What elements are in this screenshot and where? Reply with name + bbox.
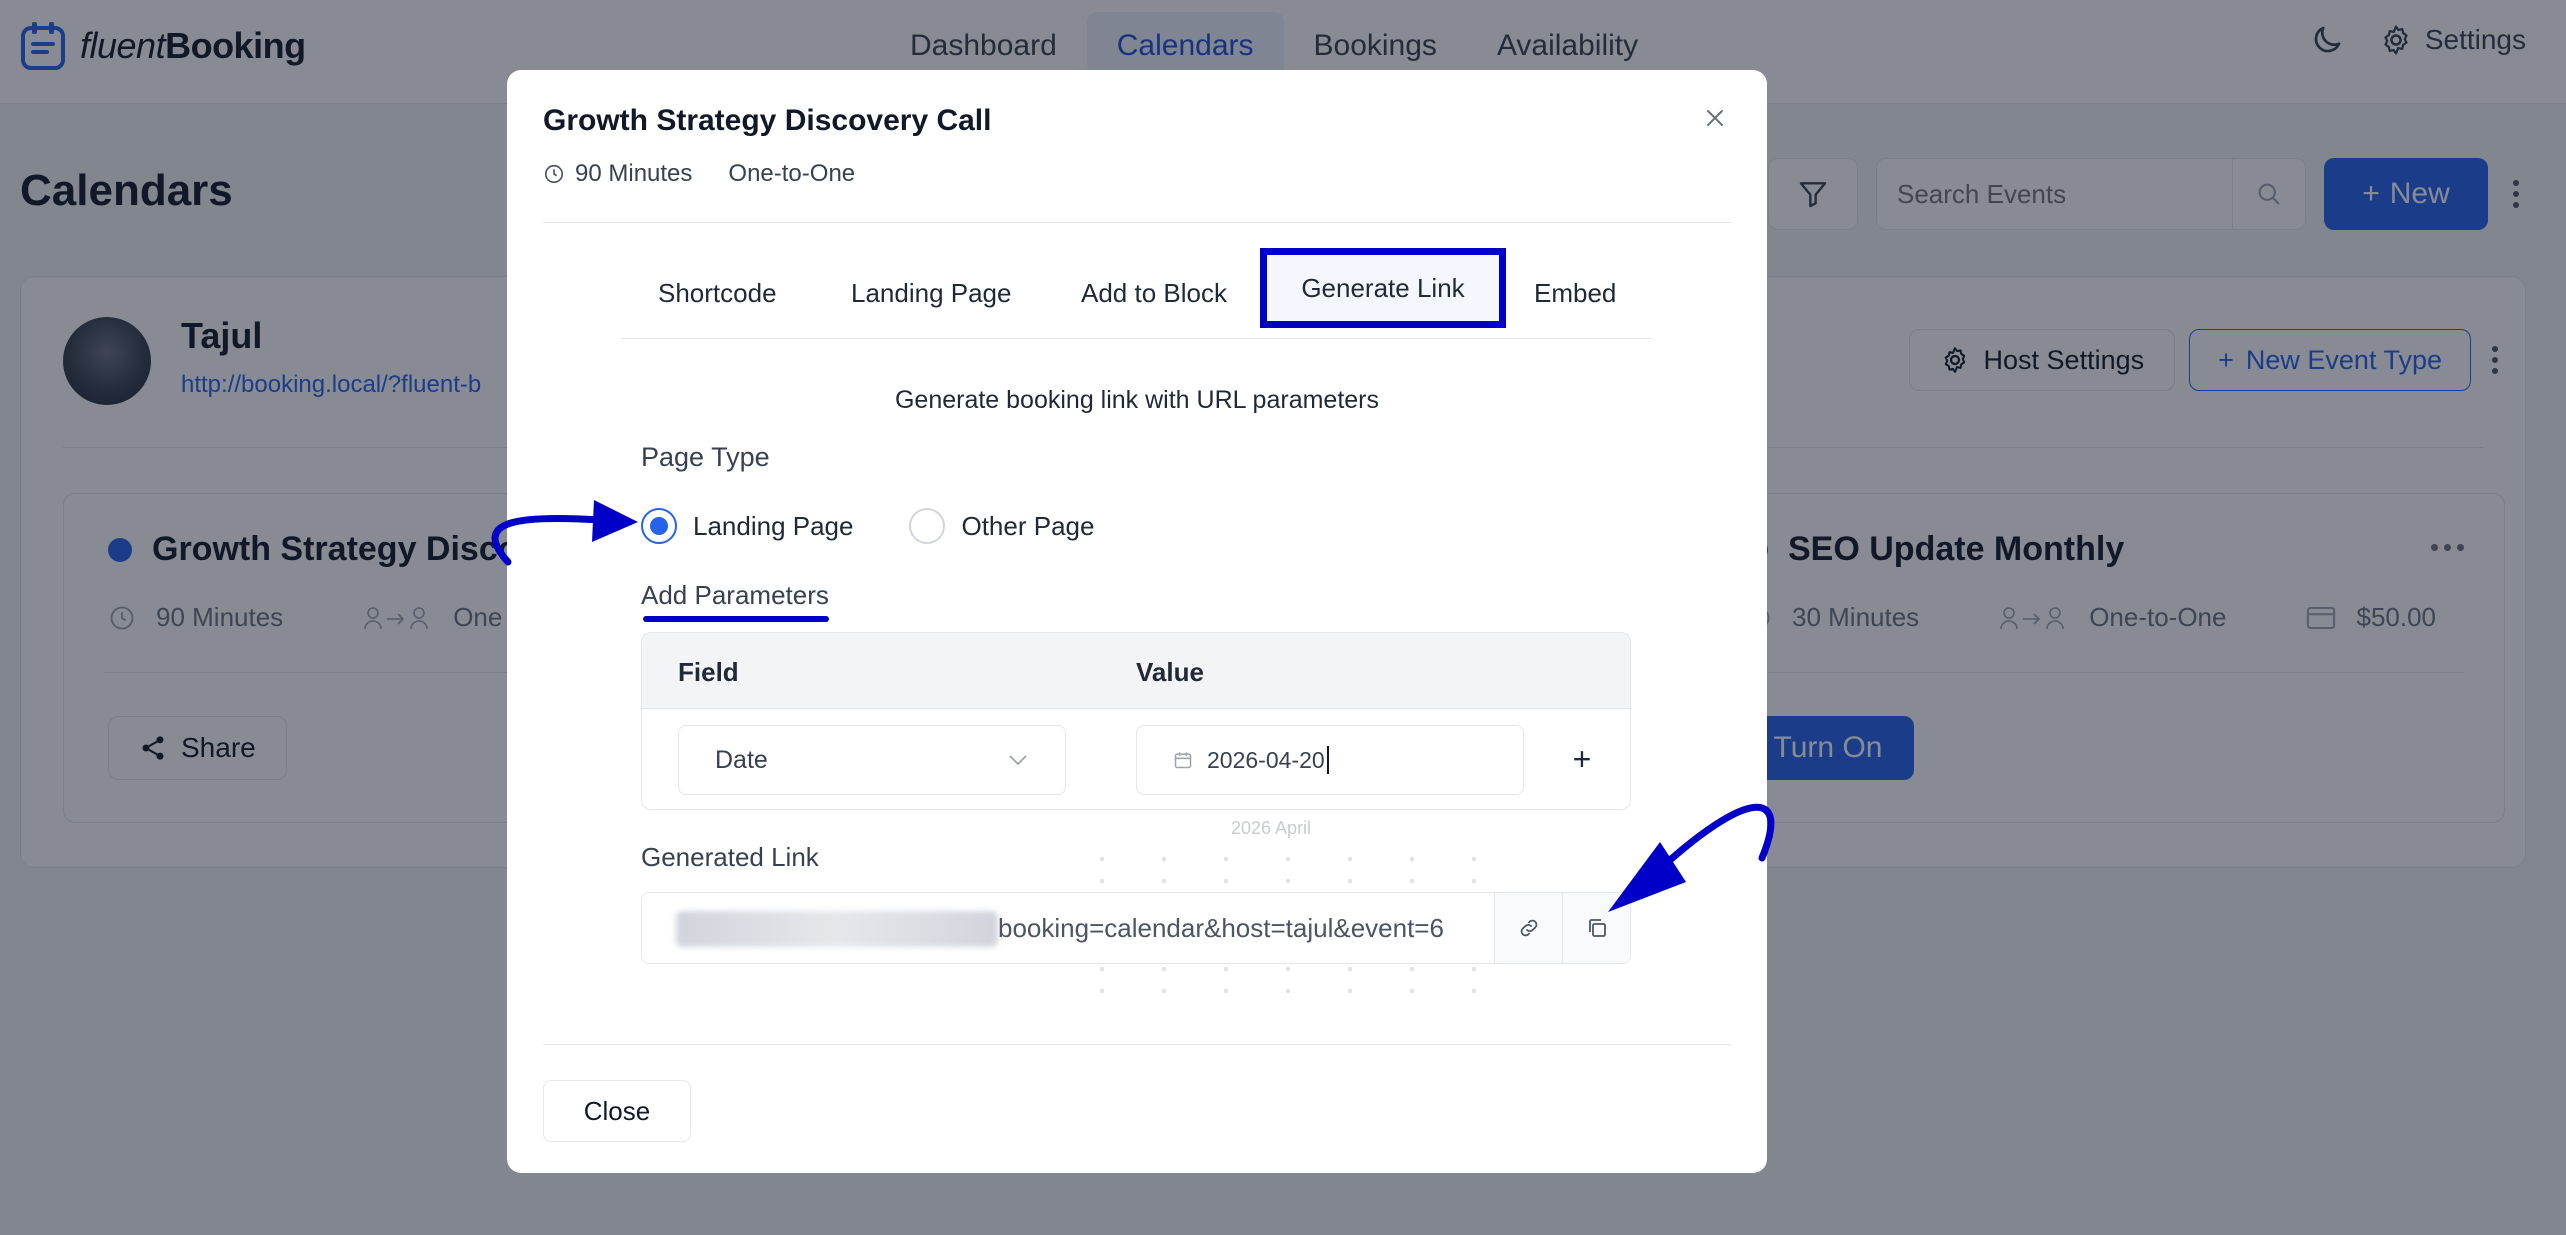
modal-header-divider bbox=[543, 222, 1731, 223]
tab-add-to-block[interactable]: Add to Block bbox=[1081, 278, 1227, 309]
modal-meeting-type: One-to-One bbox=[728, 160, 856, 187]
close-button[interactable]: Close bbox=[543, 1080, 691, 1142]
tab-shortcode[interactable]: Shortcode bbox=[658, 278, 777, 309]
field-column-header: Field bbox=[678, 657, 739, 687]
copy-link-button[interactable] bbox=[1562, 893, 1630, 963]
radio-other-page-label[interactable]: Other Page bbox=[961, 511, 1094, 542]
annotation-underline bbox=[643, 616, 829, 622]
modal-title: Growth Strategy Discovery Call bbox=[543, 104, 992, 137]
page-type-label: Page Type bbox=[641, 442, 770, 472]
parameters-table: Field Value Date 2026-04-20 + bbox=[641, 632, 1631, 810]
copy-icon bbox=[1588, 919, 1606, 937]
tab-landing-page[interactable]: Landing Page bbox=[851, 278, 1011, 309]
page-type-radio-group: Landing Page Other Page bbox=[641, 508, 1150, 544]
redacted-domain bbox=[676, 911, 998, 947]
date-picker-month: 2026 April bbox=[1231, 818, 1312, 838]
modal-footer-divider bbox=[543, 1044, 1731, 1045]
parameter-field-select[interactable]: Date bbox=[678, 725, 1066, 795]
generated-link-field[interactable]: booking=calendar&host=tajul&event=6 bbox=[641, 892, 1631, 964]
parameter-date-value: 2026-04-20 bbox=[1207, 746, 1325, 773]
share-event-modal: Growth Strategy Discovery Call 90 Minute… bbox=[507, 70, 1767, 1173]
value-column-header: Value bbox=[1136, 657, 1204, 687]
calendar-icon bbox=[1174, 752, 1192, 769]
modal-duration: 90 Minutes bbox=[575, 160, 693, 187]
radio-landing-page[interactable] bbox=[641, 508, 677, 544]
text-cursor bbox=[1326, 746, 1329, 774]
add-parameters-label: Add Parameters bbox=[641, 580, 829, 610]
generated-link-label: Generated Link bbox=[641, 842, 819, 872]
chevron-down-icon bbox=[1009, 755, 1027, 766]
parameter-field-value: Date bbox=[715, 745, 768, 774]
parameter-date-input[interactable]: 2026-04-20 bbox=[1136, 725, 1524, 795]
parameters-table-header: Field Value bbox=[642, 633, 1630, 709]
radio-landing-page-label[interactable]: Landing Page bbox=[693, 511, 853, 542]
close-icon[interactable] bbox=[1695, 98, 1735, 138]
link-icon bbox=[1520, 919, 1537, 937]
tab-generate-link[interactable]: Generate Link bbox=[1260, 248, 1506, 328]
radio-other-page[interactable] bbox=[909, 508, 946, 544]
generated-link-text: booking=calendar&host=tajul&event=6 bbox=[998, 913, 1444, 943]
add-parameter-plus-icon[interactable]: + bbox=[1562, 739, 1602, 779]
modal-event-meta: 90 Minutes One-to-One bbox=[543, 160, 855, 188]
open-link-button[interactable] bbox=[1494, 893, 1562, 963]
tabs-divider bbox=[621, 338, 1653, 339]
clock-icon bbox=[544, 164, 564, 184]
generate-link-description: Generate booking link with URL parameter… bbox=[894, 386, 1380, 414]
tab-embed[interactable]: Embed bbox=[1534, 278, 1616, 309]
